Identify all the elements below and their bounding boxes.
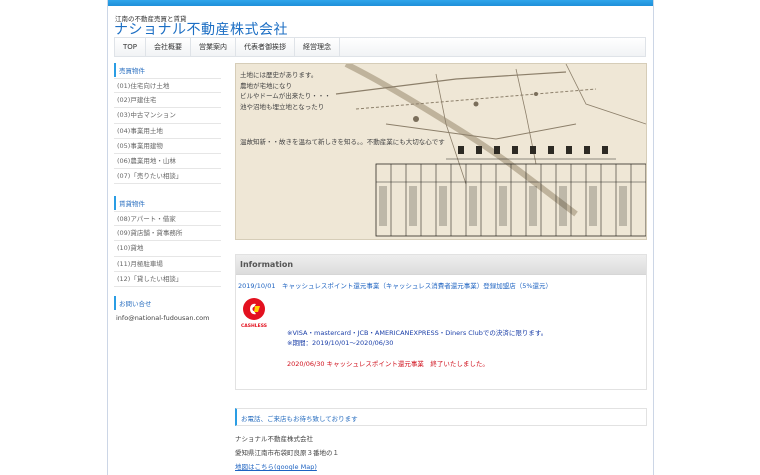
contact-banner: お電話、ご来店もお待ち致しております <box>235 408 647 426</box>
nav-greeting[interactable]: 代表者御挨拶 <box>236 38 296 56</box>
sidebar-contact: お問い合せ info@national-fudousan.com <box>114 296 221 322</box>
hero-line-3: ビルやドームが出来たり・・・ <box>240 92 331 100</box>
note-period: ※期間：2019/10/01～2020/06/30 <box>287 339 394 347</box>
hero-caption: 土地には歴史があります。 農地が宅地になり ビルやドームが出来たり・・・ 池や沼… <box>240 70 331 112</box>
sidebar-item-used-condo[interactable]: (03)中古マンション <box>114 108 221 124</box>
note-program-ended: 2020/06/30 キャッシュレスポイント還元事業 終了いたしました。 <box>287 360 489 368</box>
information-panel: Information 2019/10/01 キャッシュレスポイント還元事業（キ… <box>235 254 647 390</box>
sidebar-rent: 賃貸物件 (08)アパート・借家 (09)貸店舗・貸事務所 (10)貸地 (11… <box>114 196 221 287</box>
contact-company: ナショナル不動産株式会社 <box>235 435 313 443</box>
hero-line-2: 農地が宅地になり <box>240 81 292 90</box>
hero-motto: 温故知新・・故きを温ねて新しきを知る。。不動産業にも大切な心です <box>240 138 445 146</box>
hero-line-1: 土地には歴史があります。 <box>240 71 318 79</box>
sidebar-item-business-land[interactable]: (04)事業用土地 <box>114 124 221 139</box>
sidebar-sale-heading: 売買物件 <box>114 63 221 77</box>
company-logo-text[interactable]: ナショナル不動産株式会社 <box>114 19 288 39</box>
page-frame: 江南の不動産売買と賃貸 ナショナル不動産株式会社 TOP 会社概要 営業案内 代… <box>107 0 654 475</box>
sidebar-item-business-building[interactable]: (05)事業用建物 <box>114 139 221 154</box>
nav-top[interactable]: TOP <box>115 38 147 56</box>
nav-business-guide[interactable]: 営業案内 <box>191 38 237 56</box>
main-nav: TOP 会社概要 営業案内 代表者御挨拶 経営理念 <box>114 37 646 57</box>
sidebar-sale: 売買物件 (01)住宅向け土地 (02)戸建住宅 (03)中古マンション (04… <box>114 63 221 185</box>
contact-email[interactable]: info@national-fudousan.com <box>114 311 221 322</box>
cashless-badge-icon: CASHLESS <box>240 296 268 332</box>
sidebar-item-land-lease[interactable]: (10)貸地 <box>114 241 221 257</box>
sidebar-item-lend-consult[interactable]: (12)「貸したい相談」 <box>114 272 221 287</box>
sidebar-rent-heading: 賃貸物件 <box>114 196 221 210</box>
sidebar-item-detached-house[interactable]: (02)戸建住宅 <box>114 93 221 109</box>
nav-company-profile[interactable]: 会社概要 <box>146 38 192 56</box>
nav-philosophy[interactable]: 経営理念 <box>295 38 341 56</box>
sidebar-item-shop-office[interactable]: (09)貸店舗・貸事務所 <box>114 226 221 242</box>
top-bar <box>108 0 653 6</box>
map-link[interactable]: 地図はこちら(google Map) <box>235 461 317 471</box>
sidebar-item-farmland-forest[interactable]: (06)農業用地・山林 <box>114 154 221 170</box>
hero-old-map-image: 土地には歴史があります。 農地が宅地になり ビルやドームが出来たり・・・ 池や沼… <box>235 63 647 240</box>
sidebar-contact-heading: お問い合せ <box>114 296 221 310</box>
sidebar-item-sell-consult[interactable]: (07)「売りたい相談」 <box>114 169 221 185</box>
sidebar-item-apartment[interactable]: (08)アパート・借家 <box>114 211 221 227</box>
news-item-link[interactable]: 2019/10/01 キャッシュレスポイント還元事業（キャッシュレス消費者還元事… <box>238 280 552 290</box>
note-card-brands: ※VISA・mastercard・JCB・AMERICANEXPRESS・Din… <box>287 329 548 337</box>
sidebar-item-residential-land[interactable]: (01)住宅向け土地 <box>114 78 221 94</box>
sidebar-item-parking[interactable]: (11)月極駐車場 <box>114 257 221 272</box>
hero-line-4: 池や沼地も埋立地となったり <box>240 102 325 111</box>
information-heading: Information <box>236 255 646 275</box>
contact-address: 愛知県江南市布袋町良原３番地の１ <box>235 449 339 457</box>
cashless-badge-label: CASHLESS <box>240 324 267 329</box>
